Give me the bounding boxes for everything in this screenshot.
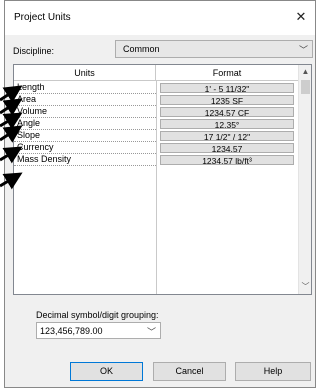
units-grid: Units Format Length 1' - 5 11/32" Area 1… [13, 64, 312, 295]
annotation-arrow-icon [0, 112, 23, 130]
decimal-grouping-label: Decimal symbol/digit grouping: [36, 310, 159, 320]
annotation-arrows [0, 85, 23, 190]
annotation-arrow-icon [0, 98, 23, 116]
chevron-down-icon: ﹀ [146, 327, 156, 337]
format-button[interactable]: 1234.57 CF [160, 107, 294, 118]
table-row: Area 1235 SF [14, 94, 298, 106]
table-row: Angle 12.35° [14, 118, 298, 130]
help-button[interactable]: Help [235, 362, 311, 381]
project-units-dialog: Project Units ✕ Discipline: Common ﹀ Uni… [4, 0, 316, 388]
annotation-arrow-icon [0, 125, 23, 143]
annotation-arrow-icon [0, 85, 23, 103]
decimal-grouping-dropdown[interactable]: 123,456,789.00 ﹀ [36, 322, 161, 339]
discipline-dropdown[interactable]: Common ﹀ [115, 40, 313, 58]
annotation-arrow-icon [0, 172, 23, 190]
vertical-scrollbar[interactable]: ▲ ﹀ [298, 65, 311, 294]
close-icon[interactable]: ✕ [293, 9, 309, 25]
format-button[interactable]: 1234.57 [160, 143, 294, 154]
table-row: Slope 17 1/2" / 12" [14, 130, 298, 142]
format-button[interactable]: 1234.57 lb/ft³ [160, 155, 294, 166]
title-bar: Project Units ✕ [5, 1, 315, 35]
chevron-down-icon: ﹀ [298, 45, 308, 55]
scroll-down-icon[interactable]: ﹀ [299, 281, 311, 292]
table-row: Mass Density 1234.57 lb/ft³ [14, 154, 298, 166]
decimal-grouping-value: 123,456,789.00 [40, 326, 103, 336]
annotation-arrow-icon [0, 146, 23, 164]
discipline-value: Common [123, 44, 160, 54]
scroll-thumb[interactable] [301, 80, 310, 94]
format-column-header[interactable]: Format [156, 65, 298, 81]
table-row: Volume 1234.57 CF [14, 106, 298, 118]
ok-button[interactable]: OK [70, 362, 143, 381]
table-row: Length 1' - 5 11/32" [14, 82, 298, 94]
format-button[interactable]: 12.35° [160, 119, 294, 130]
format-button[interactable]: 1235 SF [160, 95, 294, 106]
table-row: Currency 1234.57 [14, 142, 298, 154]
cancel-button[interactable]: Cancel [153, 362, 226, 381]
format-button[interactable]: 17 1/2" / 12" [160, 131, 294, 142]
format-button[interactable]: 1' - 5 11/32" [160, 83, 294, 94]
scroll-up-icon[interactable]: ▲ [299, 67, 311, 76]
